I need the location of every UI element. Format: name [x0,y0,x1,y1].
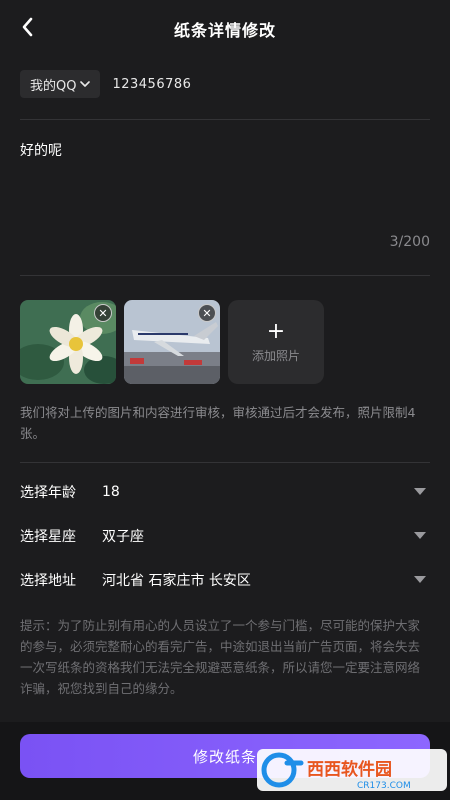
header: 纸条详情修改 [0,0,450,58]
caret-down-icon [414,488,426,495]
caret-down-icon [414,576,426,583]
back-arrow-icon[interactable] [16,14,42,40]
contact-row: 我的QQ 123456786 [20,70,191,98]
add-photo-label: 添加照片 [251,348,300,363]
contact-type-select[interactable]: 我的QQ [20,70,101,98]
photo-list: ✕ ✕ + 添加照片 [20,300,324,384]
tips-text: 提示：为了防止别有用心的人员设立了一个参与门槛，尽可能的保护大家的参与，必须完整… [20,618,421,696]
remove-photo-button[interactable]: ✕ [198,304,216,322]
age-label: 选择年龄 [20,485,76,501]
note-text: 好的呢 [20,143,62,159]
photo-thumbnail-lotus[interactable]: ✕ [20,300,116,384]
watermark-url: CR173.COM [357,781,411,791]
divider [20,119,430,120]
review-notice: 我们将对上传的图片和内容进行审核，审核通过后才会发布，照片限制4张。 [20,405,416,441]
contact-number-input[interactable]: 123456786 [112,77,191,92]
zodiac-label: 选择星座 [20,529,76,545]
caret-down-icon [414,532,426,539]
address-label: 选择地址 [20,573,76,589]
remove-photo-button[interactable]: ✕ [94,304,112,322]
plus-icon: + [266,318,286,344]
age-value: 18 [102,484,120,500]
photo-thumbnail-airplane[interactable]: ✕ [124,300,220,384]
address-select[interactable]: 选择地址 河北省 石家庄市 长安区 [20,568,430,592]
watermark-text: 西西软件园 [307,759,392,780]
add-photo-button[interactable]: + 添加照片 [228,300,324,384]
divider [20,462,430,463]
note-textarea[interactable] [20,130,430,258]
char-counter: 3/200 [389,234,430,250]
address-value: 河北省 石家庄市 长安区 [102,573,251,589]
page-title: 纸条详情修改 [173,21,276,40]
age-select[interactable]: 选择年龄 18 [20,480,430,504]
chevron-down-icon [80,81,91,87]
contact-type-label: 我的QQ [30,78,77,94]
watermark-logo: 西西软件园 CR173.COM [257,749,447,791]
divider [20,275,430,276]
zodiac-value: 双子座 [102,529,144,545]
zodiac-select[interactable]: 选择星座 双子座 [20,524,430,548]
